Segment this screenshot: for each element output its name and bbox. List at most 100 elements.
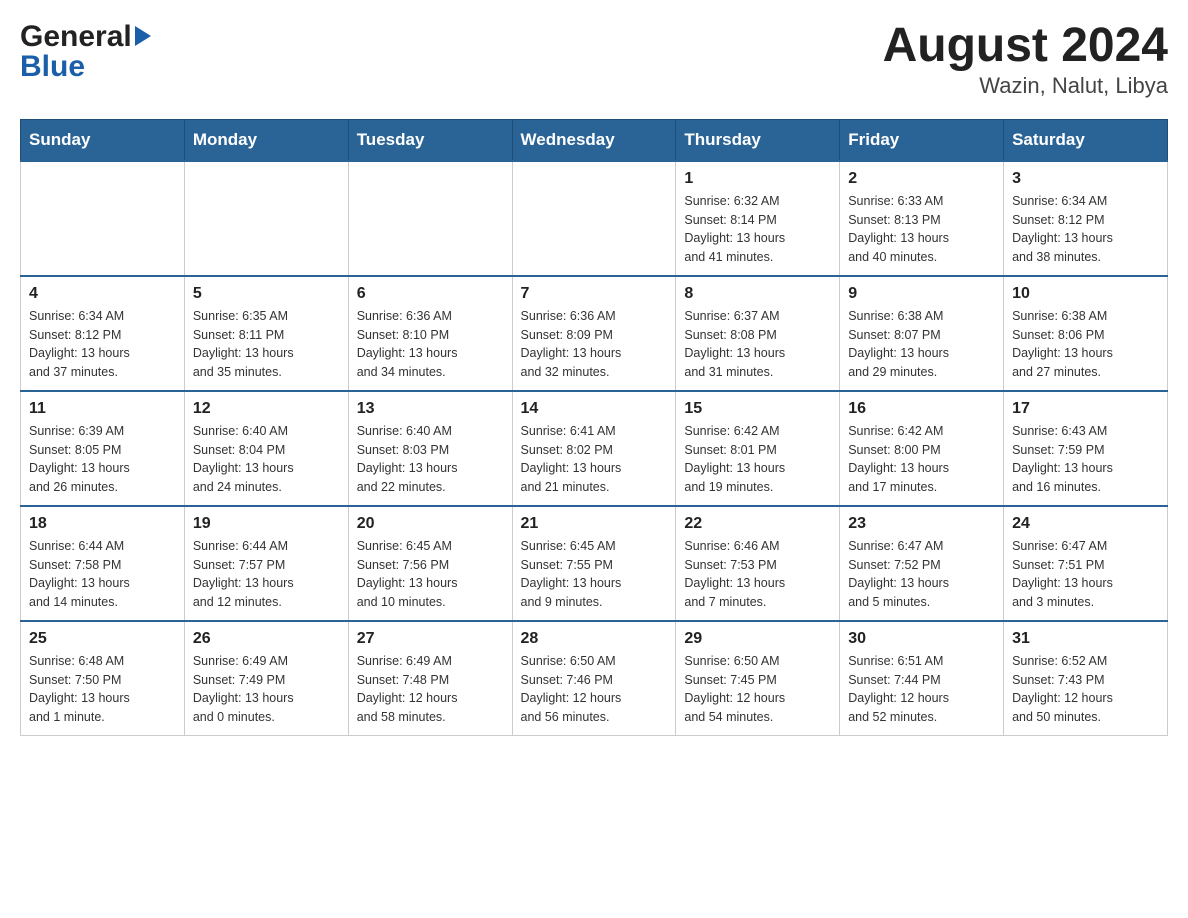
calendar-cell: 24 Sunrise: 6:47 AM Sunset: 7:51 PM Dayli…: [1004, 506, 1168, 621]
logo-arrow-icon: [135, 26, 151, 46]
day-info: Sunrise: 6:47 AM Sunset: 7:52 PM Dayligh…: [848, 537, 995, 612]
calendar-cell: 23 Sunrise: 6:47 AM Sunset: 7:52 PM Dayli…: [840, 506, 1004, 621]
calendar-cell: [21, 161, 185, 276]
day-number: 16: [848, 400, 995, 418]
day-number: 26: [193, 630, 340, 648]
calendar-cell: 14Sunrise: 6:41 AM Sunset: 8:02 PM Dayli…: [512, 391, 676, 506]
calendar-header-tuesday: Tuesday: [348, 119, 512, 161]
calendar-cell: 13 Sunrise: 6:40 AM Sunset: 8:03 PM Dayli…: [348, 391, 512, 506]
day-number: 3: [1012, 170, 1159, 188]
calendar-cell: 25Sunrise: 6:48 AM Sunset: 7:50 PM Dayli…: [21, 621, 185, 736]
calendar-cell: 2 Sunrise: 6:33 AM Sunset: 8:13 PM Daylig…: [840, 161, 1004, 276]
calendar-cell: 3 Sunrise: 6:34 AM Sunset: 8:12 PM Daylig…: [1004, 161, 1168, 276]
calendar-cell: 22 Sunrise: 6:46 AM Sunset: 7:53 PM Dayli…: [676, 506, 840, 621]
day-number: 19: [193, 515, 340, 533]
day-info: Sunrise: 6:34 AM Sunset: 8:12 PM Dayligh…: [29, 307, 176, 382]
calendar-cell: 12 Sunrise: 6:40 AM Sunset: 8:04 PM Dayli…: [184, 391, 348, 506]
day-number: 10: [1012, 285, 1159, 303]
calendar-cell: 16 Sunrise: 6:42 AM Sunset: 8:00 PM Dayli…: [840, 391, 1004, 506]
day-info: Sunrise: 6:51 AM Sunset: 7:44 PM Dayligh…: [848, 652, 995, 727]
day-info: Sunrise: 6:40 AM Sunset: 8:04 PM Dayligh…: [193, 422, 340, 497]
page-header: General Blue August 2024 Wazin, Nalut, L…: [20, 20, 1168, 99]
day-info: Sunrise: 6:35 AM Sunset: 8:11 PM Dayligh…: [193, 307, 340, 382]
day-number: 28: [521, 630, 668, 648]
day-info: Sunrise: 6:34 AM Sunset: 8:12 PM Dayligh…: [1012, 192, 1159, 267]
calendar-cell: 11 Sunrise: 6:39 AM Sunset: 8:05 PM Dayli…: [21, 391, 185, 506]
logo-blue-text: Blue: [20, 50, 85, 84]
day-number: 18: [29, 515, 176, 533]
calendar-table: SundayMondayTuesdayWednesdayThursdayFrid…: [20, 119, 1168, 736]
calendar-cell: 28 Sunrise: 6:50 AM Sunset: 7:46 PM Dayli…: [512, 621, 676, 736]
day-info: Sunrise: 6:38 AM Sunset: 8:07 PM Dayligh…: [848, 307, 995, 382]
calendar-week-3: 11 Sunrise: 6:39 AM Sunset: 8:05 PM Dayli…: [21, 391, 1168, 506]
day-info: Sunrise: 6:37 AM Sunset: 8:08 PM Dayligh…: [684, 307, 831, 382]
day-info: Sunrise: 6:46 AM Sunset: 7:53 PM Dayligh…: [684, 537, 831, 612]
day-number: 24: [1012, 515, 1159, 533]
day-info: Sunrise: 6:44 AM Sunset: 7:58 PM Dayligh…: [29, 537, 176, 612]
day-info: Sunrise: 6:36 AM Sunset: 8:09 PM Dayligh…: [521, 307, 668, 382]
day-number: 14: [521, 400, 668, 418]
calendar-cell: 10Sunrise: 6:38 AM Sunset: 8:06 PM Dayli…: [1004, 276, 1168, 391]
calendar-header-monday: Monday: [184, 119, 348, 161]
calendar-header-thursday: Thursday: [676, 119, 840, 161]
calendar-cell: 8Sunrise: 6:37 AM Sunset: 8:08 PM Daylig…: [676, 276, 840, 391]
day-info: Sunrise: 6:48 AM Sunset: 7:50 PM Dayligh…: [29, 652, 176, 727]
day-info: Sunrise: 6:52 AM Sunset: 7:43 PM Dayligh…: [1012, 652, 1159, 727]
day-number: 9: [848, 285, 995, 303]
calendar-week-4: 18 Sunrise: 6:44 AM Sunset: 7:58 PM Dayli…: [21, 506, 1168, 621]
day-info: Sunrise: 6:49 AM Sunset: 7:49 PM Dayligh…: [193, 652, 340, 727]
day-number: 17: [1012, 400, 1159, 418]
calendar-cell: 19 Sunrise: 6:44 AM Sunset: 7:57 PM Dayli…: [184, 506, 348, 621]
calendar-cell: 30 Sunrise: 6:51 AM Sunset: 7:44 PM Dayli…: [840, 621, 1004, 736]
logo-general-text: General: [20, 20, 132, 54]
day-number: 4: [29, 285, 176, 303]
day-info: Sunrise: 6:42 AM Sunset: 8:00 PM Dayligh…: [848, 422, 995, 497]
calendar-cell: 27 Sunrise: 6:49 AM Sunset: 7:48 PM Dayli…: [348, 621, 512, 736]
calendar-cell: [348, 161, 512, 276]
calendar-header-sunday: Sunday: [21, 119, 185, 161]
calendar-header-wednesday: Wednesday: [512, 119, 676, 161]
day-number: 2: [848, 170, 995, 188]
calendar-week-1: 1Sunrise: 6:32 AM Sunset: 8:14 PM Daylig…: [21, 161, 1168, 276]
day-info: Sunrise: 6:50 AM Sunset: 7:45 PM Dayligh…: [684, 652, 831, 727]
calendar-header-row: SundayMondayTuesdayWednesdayThursdayFrid…: [21, 119, 1168, 161]
calendar-cell: 7Sunrise: 6:36 AM Sunset: 8:09 PM Daylig…: [512, 276, 676, 391]
day-info: Sunrise: 6:49 AM Sunset: 7:48 PM Dayligh…: [357, 652, 504, 727]
day-info: Sunrise: 6:39 AM Sunset: 8:05 PM Dayligh…: [29, 422, 176, 497]
calendar-cell: 6 Sunrise: 6:36 AM Sunset: 8:10 PM Daylig…: [348, 276, 512, 391]
day-info: Sunrise: 6:45 AM Sunset: 7:56 PM Dayligh…: [357, 537, 504, 612]
day-number: 15: [684, 400, 831, 418]
day-number: 22: [684, 515, 831, 533]
calendar-header-saturday: Saturday: [1004, 119, 1168, 161]
day-number: 27: [357, 630, 504, 648]
title-block: August 2024 Wazin, Nalut, Libya: [883, 20, 1168, 99]
day-info: Sunrise: 6:47 AM Sunset: 7:51 PM Dayligh…: [1012, 537, 1159, 612]
day-info: Sunrise: 6:36 AM Sunset: 8:10 PM Dayligh…: [357, 307, 504, 382]
calendar-cell: 29Sunrise: 6:50 AM Sunset: 7:45 PM Dayli…: [676, 621, 840, 736]
day-number: 6: [357, 285, 504, 303]
location-subtitle: Wazin, Nalut, Libya: [883, 73, 1168, 99]
calendar-cell: 15 Sunrise: 6:42 AM Sunset: 8:01 PM Dayli…: [676, 391, 840, 506]
calendar-cell: 9 Sunrise: 6:38 AM Sunset: 8:07 PM Daylig…: [840, 276, 1004, 391]
calendar-cell: [184, 161, 348, 276]
calendar-header-friday: Friday: [840, 119, 1004, 161]
day-number: 21: [521, 515, 668, 533]
day-info: Sunrise: 6:44 AM Sunset: 7:57 PM Dayligh…: [193, 537, 340, 612]
day-number: 1: [684, 170, 831, 188]
day-number: 11: [29, 400, 176, 418]
day-info: Sunrise: 6:42 AM Sunset: 8:01 PM Dayligh…: [684, 422, 831, 497]
calendar-cell: 31Sunrise: 6:52 AM Sunset: 7:43 PM Dayli…: [1004, 621, 1168, 736]
calendar-cell: 5Sunrise: 6:35 AM Sunset: 8:11 PM Daylig…: [184, 276, 348, 391]
calendar-cell: 4 Sunrise: 6:34 AM Sunset: 8:12 PM Daylig…: [21, 276, 185, 391]
day-info: Sunrise: 6:45 AM Sunset: 7:55 PM Dayligh…: [521, 537, 668, 612]
day-number: 23: [848, 515, 995, 533]
day-number: 30: [848, 630, 995, 648]
day-number: 12: [193, 400, 340, 418]
calendar-cell: [512, 161, 676, 276]
day-info: Sunrise: 6:40 AM Sunset: 8:03 PM Dayligh…: [357, 422, 504, 497]
calendar-cell: 18 Sunrise: 6:44 AM Sunset: 7:58 PM Dayli…: [21, 506, 185, 621]
calendar-cell: 1Sunrise: 6:32 AM Sunset: 8:14 PM Daylig…: [676, 161, 840, 276]
day-info: Sunrise: 6:50 AM Sunset: 7:46 PM Dayligh…: [521, 652, 668, 727]
day-number: 13: [357, 400, 504, 418]
day-info: Sunrise: 6:33 AM Sunset: 8:13 PM Dayligh…: [848, 192, 995, 267]
